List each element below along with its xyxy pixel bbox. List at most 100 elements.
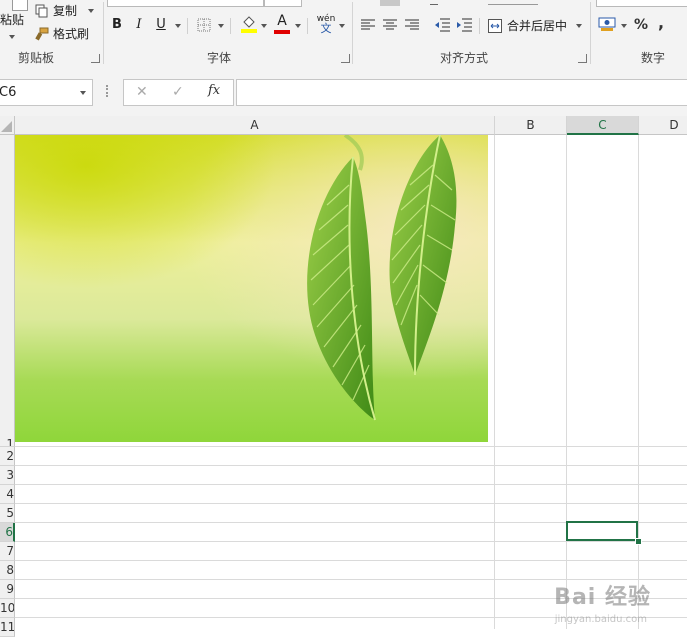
separator: [352, 2, 353, 64]
phonetic-guide-button[interactable]: wén 文: [316, 14, 336, 34]
active-cell-c6[interactable]: [566, 521, 638, 541]
row-header-3[interactable]: 3: [0, 466, 15, 485]
format-painter-label: 格式刷: [53, 27, 90, 41]
border-icon[interactable]: [197, 18, 211, 32]
clipboard-group-label: 剪贴板: [18, 51, 55, 65]
format-painter-icon: [35, 27, 49, 40]
font-color-letter: A: [277, 13, 287, 29]
gridline: [566, 135, 567, 629]
row-header-4[interactable]: 4: [0, 485, 15, 504]
paste-label: 粘贴: [0, 13, 25, 27]
paste-icon[interactable]: [12, 0, 28, 11]
underline-button[interactable]: U: [153, 16, 169, 34]
font-color-dropdown-icon[interactable]: [295, 24, 301, 28]
formula-input[interactable]: [236, 79, 687, 106]
border-dropdown-icon[interactable]: [218, 24, 224, 28]
fill-handle[interactable]: [635, 538, 642, 545]
insert-function-icon[interactable]: fx: [208, 83, 220, 98]
enter-icon[interactable]: ✓: [172, 84, 184, 100]
separator: [103, 2, 104, 64]
gridline: [15, 446, 687, 447]
name-box-dropdown-icon[interactable]: [80, 91, 86, 95]
accounting-dropdown-icon[interactable]: [621, 24, 627, 28]
row-header-6[interactable]: 6: [0, 523, 15, 542]
gridline: [15, 484, 687, 485]
gridline: [638, 135, 639, 629]
row-header-1[interactable]: 1: [0, 135, 15, 447]
align-center-icon[interactable]: [383, 19, 397, 31]
merge-center-button[interactable]: 合并后居中: [488, 17, 567, 34]
alignment-launcher-icon[interactable]: [578, 54, 587, 63]
select-all-icon: [1, 121, 12, 132]
ribbon: 粘贴 复制 格式刷 剪贴板 B I U A wén 文 字体 合并后居中 对齐方…: [0, 0, 687, 69]
gridline: [15, 560, 687, 561]
row-header-11[interactable]: 11: [0, 618, 15, 637]
merge-dropdown-icon[interactable]: [576, 24, 582, 28]
gridline: [15, 541, 687, 542]
wrap-text-stub[interactable]: [488, 0, 538, 5]
separator: [230, 18, 231, 34]
align-right-icon[interactable]: [405, 19, 419, 31]
formula-bar: C6 ✕ ✓ fx: [0, 68, 687, 116]
column-header-b[interactable]: B: [495, 116, 567, 135]
increase-indent-icon[interactable]: [456, 18, 472, 32]
phonetic-bottom-text: 文: [320, 22, 332, 35]
gridline: [15, 503, 687, 504]
align-left-icon[interactable]: [361, 19, 375, 31]
italic-button[interactable]: I: [131, 16, 147, 34]
font-launcher-icon[interactable]: [341, 54, 350, 63]
accounting-format-icon[interactable]: [598, 16, 616, 32]
merge-center-label: 合并后居中: [507, 19, 568, 33]
row-header-8[interactable]: 8: [0, 561, 15, 580]
decrease-indent-icon[interactable]: [434, 18, 450, 32]
gridline: [494, 135, 495, 629]
name-box[interactable]: C6: [0, 79, 93, 106]
font-name-dropdown[interactable]: [107, 0, 264, 7]
underline-dropdown-icon[interactable]: [175, 24, 181, 28]
fill-color-dropdown-icon[interactable]: [261, 24, 267, 28]
inserted-picture[interactable]: [15, 135, 488, 442]
format-painter-button[interactable]: 格式刷: [35, 25, 89, 42]
row-header-9[interactable]: 9: [0, 580, 15, 599]
dropdown-stub[interactable]: [430, 0, 438, 5]
font-color-button[interactable]: A: [273, 13, 291, 35]
paste-dropdown-icon[interactable]: [9, 35, 15, 39]
top-align-indicator[interactable]: [380, 0, 400, 6]
watermark: Bai 经验: [554, 585, 651, 610]
copy-icon: [35, 4, 48, 17]
row-header-7[interactable]: 7: [0, 542, 15, 561]
column-header-c[interactable]: C: [567, 116, 639, 135]
alignment-group-label: 对齐方式: [440, 51, 489, 65]
copy-label: 复制: [53, 4, 78, 18]
percent-style-button[interactable]: %: [634, 17, 648, 33]
gridline: [15, 465, 687, 466]
copy-dropdown-icon[interactable]: [88, 9, 94, 13]
column-header-d[interactable]: D: [639, 116, 687, 135]
copy-button[interactable]: 复制: [35, 2, 77, 19]
separator: [479, 18, 480, 34]
clipboard-launcher-icon[interactable]: [91, 54, 100, 63]
phonetic-dropdown-icon[interactable]: [339, 24, 345, 28]
comma-style-button[interactable]: ,: [658, 13, 664, 32]
row-header-2[interactable]: 2: [0, 447, 15, 466]
select-all-corner[interactable]: [0, 116, 15, 135]
paste-button[interactable]: 粘贴: [0, 11, 24, 28]
column-header-a[interactable]: A: [15, 116, 495, 135]
cancel-icon[interactable]: ✕: [136, 84, 148, 100]
fill-color-icon[interactable]: [240, 14, 258, 34]
font-color-swatch: [274, 30, 290, 34]
watermark-sub: jingyan.baidu.com: [554, 614, 647, 625]
font-group-label: 字体: [207, 51, 232, 65]
name-box-value: C6: [0, 85, 17, 100]
row-header-10[interactable]: 10: [0, 599, 15, 618]
number-group-label: 数字: [641, 51, 666, 65]
formula-buttons: ✕ ✓ fx: [123, 79, 234, 106]
separator: [590, 2, 591, 64]
bold-button[interactable]: B: [109, 16, 125, 34]
formula-bar-grip-icon[interactable]: [106, 85, 110, 97]
separator: [187, 18, 188, 34]
row-header-5[interactable]: 5: [0, 504, 15, 523]
font-size-dropdown[interactable]: [264, 0, 302, 7]
merge-cells-icon: [488, 18, 502, 33]
number-format-dropdown[interactable]: [596, 0, 687, 7]
